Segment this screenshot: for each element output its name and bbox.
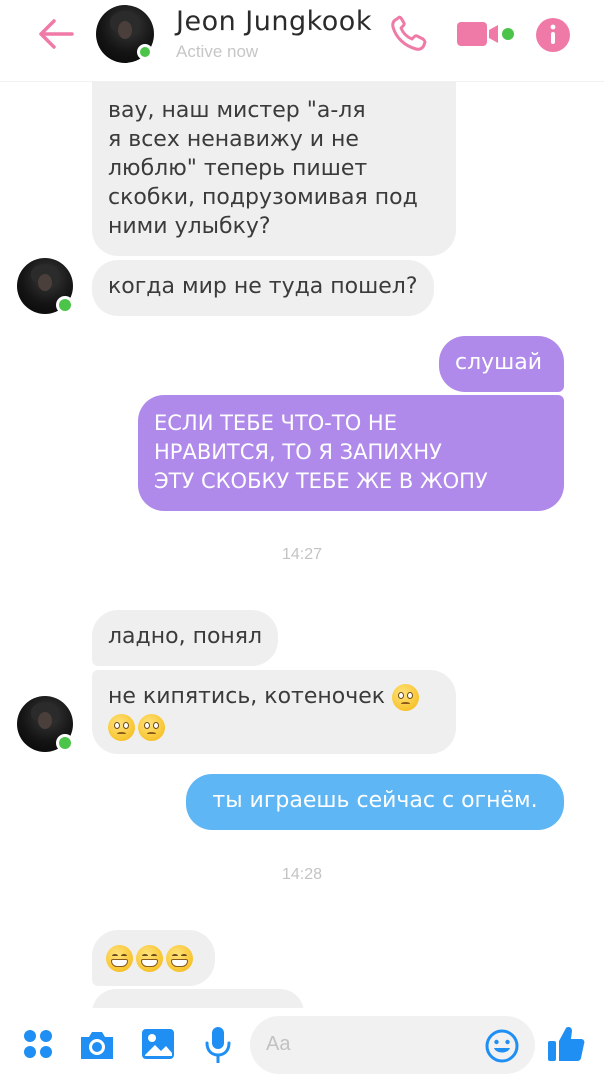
image-icon[interactable] (140, 1027, 176, 1061)
message-text: ладно, понял (108, 624, 263, 649)
message-line: люблю" теперь пишет (108, 156, 368, 181)
message-incoming[interactable]: когда мир не туда пошел? (92, 260, 434, 316)
message-line: НРАВИТСЯ, ТО Я ЗАПИХНУ (154, 440, 442, 464)
online-indicator (137, 44, 153, 60)
info-icon[interactable] (534, 16, 572, 54)
video-camera-icon[interactable] (456, 18, 518, 50)
timestamp: 14:27 (281, 546, 323, 563)
message-outgoing[interactable]: ЕСЛИ ТЕБЕ ЧТО-ТО НЕ НРАВИТСЯ, ТО Я ЗАПИХ… (138, 395, 564, 511)
message-incoming[interactable]: ладно, понял (92, 610, 279, 666)
phone-icon[interactable] (388, 14, 430, 54)
online-indicator (56, 296, 74, 314)
thumbs-up-icon[interactable] (546, 1024, 586, 1064)
pleading-face-icon (138, 713, 165, 741)
grinning-face-icon (106, 944, 133, 972)
chat-header: Jeon Jungkook Active now (0, 0, 604, 82)
emoji-icon[interactable] (484, 1028, 520, 1064)
timestamp: 14:28 (281, 866, 323, 883)
composer-bar: Aa (0, 1008, 604, 1080)
message-outgoing[interactable]: слушай (439, 336, 564, 392)
message-text: ты играешь сейчас с огнём. (212, 788, 538, 813)
message-outgoing[interactable]: ты играешь сейчас с огнём. (186, 774, 564, 830)
message-text: не кипятись, котеночек (108, 684, 386, 709)
message-line: ЭТУ СКОБКУ ТЕБЕ ЖЕ В ЖОПУ (154, 469, 488, 493)
camera-icon[interactable] (78, 1028, 116, 1062)
grinning-face-icon (166, 944, 193, 972)
message-line: ЕСЛИ ТЕБЕ ЧТО-ТО НЕ (154, 411, 397, 435)
back-arrow-icon (39, 19, 74, 49)
message-line: ними улыбку? (108, 214, 271, 239)
grinning-face-icon (136, 944, 163, 972)
microphone-icon[interactable] (202, 1025, 234, 1065)
pleading-face-icon (108, 713, 135, 741)
contact-name[interactable]: Jeon Jungkook (176, 6, 372, 37)
apps-grid-icon[interactable] (22, 1028, 54, 1060)
message-incoming[interactable]: вау, наш мистер "а-ля я всех ненавижу и … (92, 82, 456, 256)
message-line: я всех ненавижу и не (108, 127, 359, 152)
message-text: слушай (455, 350, 543, 375)
pleading-face-icon (392, 683, 420, 711)
message-input-placeholder: Aa (266, 1033, 291, 1055)
message-text: когда мир не туда пошел? (108, 274, 418, 299)
message-line: скобки, подрузомивая под (108, 185, 418, 210)
contact-status: Active now (176, 42, 259, 61)
online-indicator (56, 734, 74, 752)
message-incoming[interactable]: не кипятись, котеночек (92, 670, 456, 754)
message-line: вау, наш мистер "а-ля (108, 98, 366, 123)
message-incoming[interactable] (92, 930, 215, 986)
back-button[interactable] (36, 16, 76, 52)
